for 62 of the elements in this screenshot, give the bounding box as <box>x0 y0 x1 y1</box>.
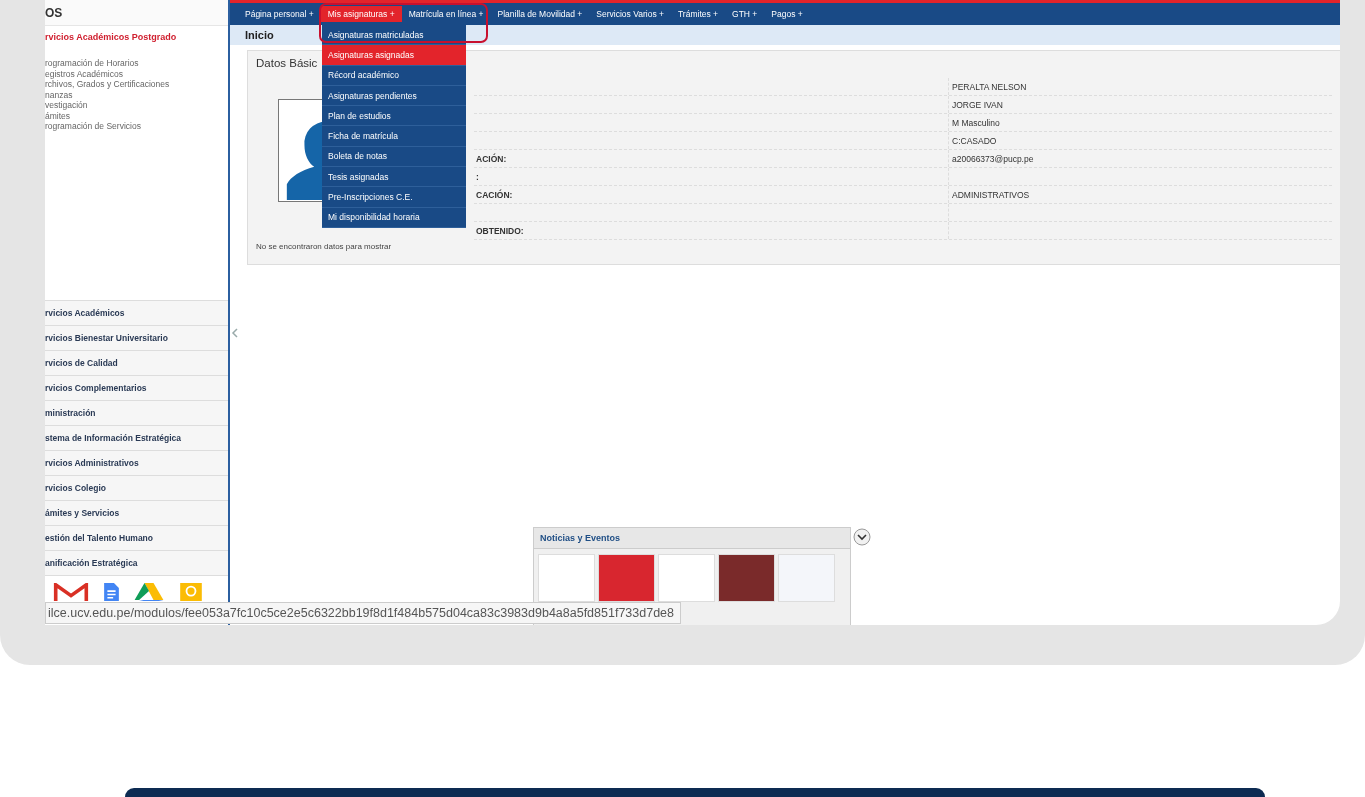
news-thumbnail[interactable] <box>718 554 775 602</box>
accordion-item[interactable]: rvicios de Calidad <box>45 351 228 376</box>
accordion-item[interactable]: anificación Estratégica <box>45 551 228 576</box>
dropdown-item[interactable]: Asignaturas pendientes <box>322 85 466 107</box>
field-label: OBTENIDO: <box>476 225 524 236</box>
empty-message: No se encontraron datos para mostrar <box>256 242 393 251</box>
sidebar-link[interactable]: ámites <box>45 111 228 121</box>
sidebar-link[interactable]: nanzas <box>45 90 228 100</box>
sidebar-header: OS <box>45 5 63 20</box>
sidebar-link[interactable]: rchivos, Grados y Certificaciones <box>45 80 228 90</box>
nav-menu-item[interactable]: Servicios Varios + <box>589 6 671 22</box>
accordion-item[interactable]: rvicios Académicos <box>45 301 228 326</box>
sidebar-link[interactable]: egistros Académicos <box>45 69 228 79</box>
panel-title: Datos Básic <box>256 57 318 71</box>
sidebar-link[interactable]: vestigación <box>45 101 228 111</box>
nav-menu-item[interactable]: Mis asignaturas + <box>320 6 402 22</box>
field-label: : <box>476 171 479 182</box>
accordion-item[interactable]: rvicios Bienestar Universitario <box>45 326 228 351</box>
sidebar-link[interactable]: rogramación de Servicios <box>45 122 228 132</box>
dropdown-item[interactable]: Boleta de notas <box>322 146 466 168</box>
chevron-down-icon[interactable] <box>853 528 871 546</box>
accordion-item[interactable]: rvicios Administrativos <box>45 451 228 476</box>
accordion-item[interactable]: stema de Información Estratégica <box>45 426 228 451</box>
nav-menu-item[interactable]: Planilla de Movilidad + <box>490 6 590 22</box>
collapse-handle-icon[interactable] <box>231 326 239 340</box>
nav-menu-item[interactable]: Matrícula en línea + <box>401 6 491 22</box>
dropdown-item[interactable]: Pre-Inscripciones C.E. <box>322 187 466 208</box>
document-icon[interactable] <box>104 583 119 601</box>
news-title: Noticias y Eventos <box>540 533 621 543</box>
nav-menu-item[interactable]: GTH + <box>725 6 765 22</box>
news-thumbnail[interactable] <box>538 554 595 602</box>
triangle-logo-icon[interactable] <box>133 583 165 601</box>
dropdown-item[interactable]: Récord académico <box>322 65 466 86</box>
status-url: ilce.ucv.edu.pe/modulos/fee053a7fc10c5ce2e5c6322bb19f8d1f484b575d04ca83c3983d9b4a8a5fd851f733d7de8 <box>45 602 681 624</box>
dropdown-item[interactable]: Mi disponibilidad horaria <box>322 207 466 228</box>
field-value: ADMINISTRATIVOS <box>952 189 1030 200</box>
dropdown-item[interactable]: Ficha de matrícula <box>322 126 466 147</box>
accordion-item[interactable]: rvicios Colegio <box>45 476 228 501</box>
field-value: M Masculino <box>952 117 1000 128</box>
field-value: JORGE IVAN <box>952 99 1003 110</box>
accordion-item[interactable]: estión del Talento Humano <box>45 526 228 551</box>
accordion-item[interactable]: rvicios Complementarios <box>45 376 228 401</box>
news-thumbnail[interactable] <box>778 554 835 602</box>
field-value: C:CASADO <box>952 135 997 146</box>
field-label: CACIÓN: <box>476 189 513 200</box>
breadcrumb: Inicio <box>245 29 274 41</box>
mail-icon[interactable] <box>52 583 90 601</box>
accordion-item[interactable]: ministración <box>45 401 228 426</box>
news-thumbnail[interactable] <box>598 554 655 602</box>
news-thumbnail[interactable] <box>658 554 715 602</box>
accordion-item[interactable]: ámites y Servicios <box>45 501 228 526</box>
field-label: ACIÓN: <box>476 153 507 164</box>
field-value: PERALTA NELSON <box>952 81 1027 92</box>
dropdown-item[interactable]: Asignaturas asignadas <box>322 45 466 66</box>
nav-menu-item[interactable]: Trámites + <box>671 6 726 22</box>
section-title[interactable]: rvicios Académicos Postgrado <box>45 32 228 42</box>
nav-menu-item[interactable]: Pagos + <box>764 6 810 22</box>
dropdown-item[interactable]: Tesis asignadas <box>322 167 466 188</box>
field-value: a20066373@pucp.pe <box>952 153 1034 164</box>
nav-menu-item[interactable]: Página personal + <box>238 6 321 22</box>
dropdown-item[interactable]: Plan de estudios <box>322 106 466 127</box>
sidebar-link[interactable]: rogramación de Horarios <box>45 59 228 69</box>
